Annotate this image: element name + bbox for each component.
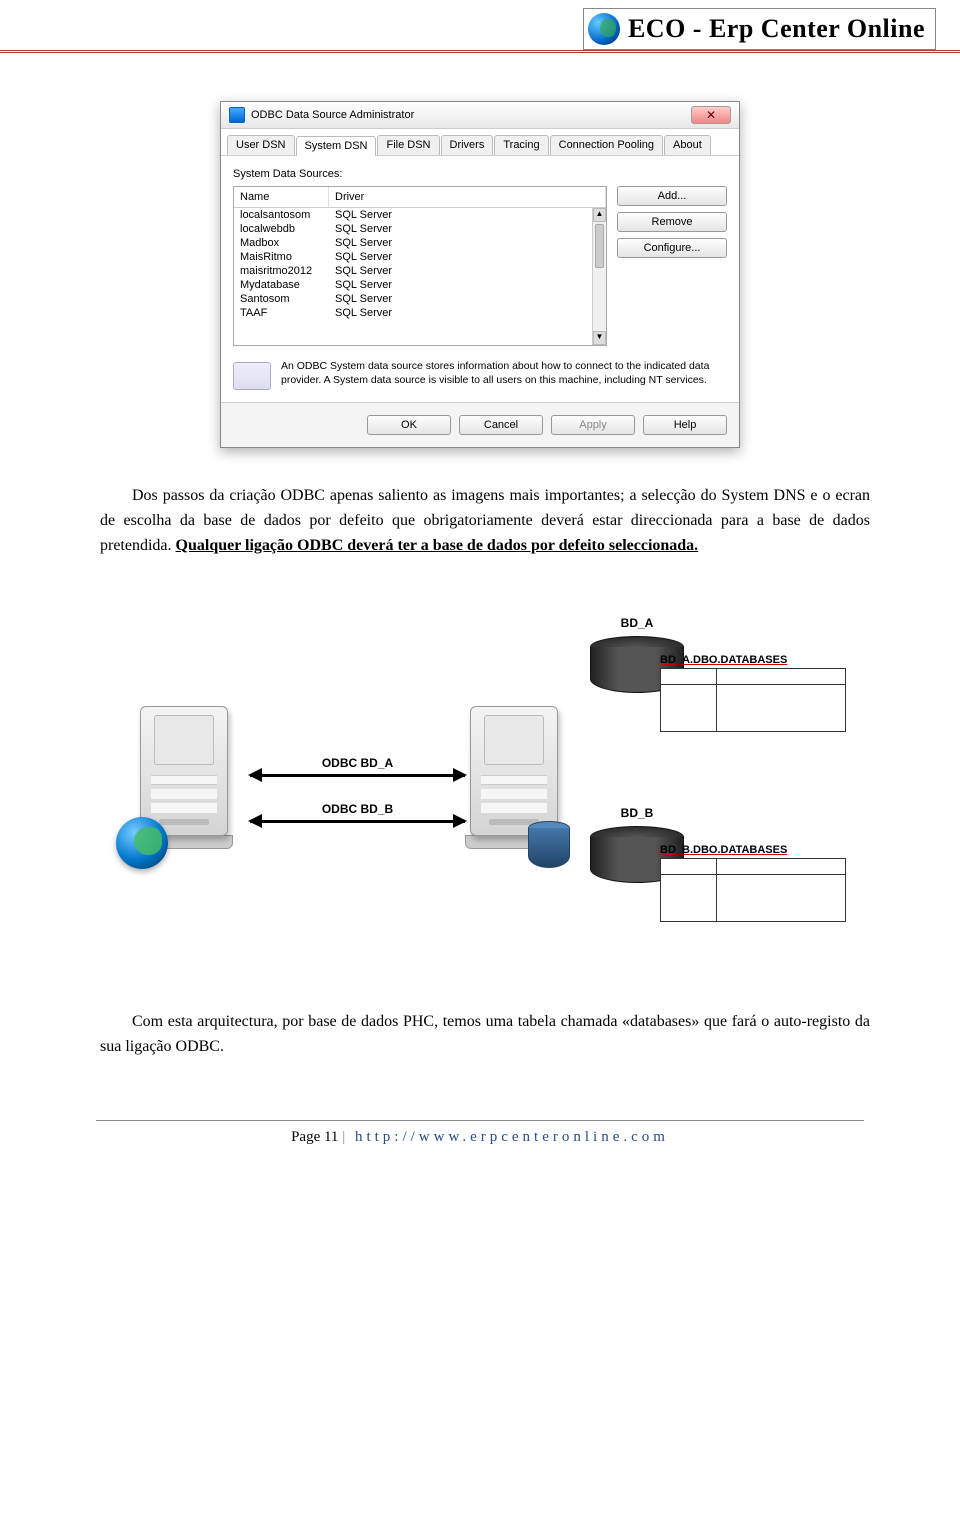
list-row: MaisRitmoSQL Server <box>234 250 606 264</box>
info-text: An ODBC System data source stores inform… <box>281 360 727 387</box>
web-server-icon <box>140 706 245 861</box>
footer-url: http://www.erpcenteronline.com <box>355 1129 669 1145</box>
list-row: maisritmo2012SQL Server <box>234 264 606 278</box>
page-header: ECO - Erp Center Online <box>0 0 960 53</box>
paragraph-2: Com esta arquitectura, por base de dados… <box>100 1010 870 1060</box>
tab-pane: System Data Sources: Name Driver localsa… <box>221 156 739 402</box>
col-driver: Driver <box>329 187 606 207</box>
add-button[interactable]: Add... <box>617 186 727 206</box>
para1-text-b: Qualquer ligação ODBC deverá ter a base … <box>176 537 699 554</box>
remove-button[interactable]: Remove <box>617 212 727 232</box>
apply-button[interactable]: Apply <box>551 415 635 435</box>
odbc-dialog: ODBC Data Source Administrator ✕ User DS… <box>220 101 740 448</box>
odbc-a-label: ODBC BD_A <box>250 756 465 770</box>
bd-a-label: BD_A <box>590 616 684 630</box>
table-b-title: BD_B.DBO.DATABASES <box>660 844 846 856</box>
scroll-down-icon[interactable]: ▼ <box>593 331 606 345</box>
tab-system-dsn[interactable]: System DSN <box>296 136 377 156</box>
scrollbar[interactable]: ▲ ▼ <box>592 208 606 345</box>
tab-user-dsn[interactable]: User DSN <box>227 135 295 155</box>
dialog-title: ODBC Data Source Administrator <box>251 109 414 121</box>
scroll-thumb[interactable] <box>595 224 604 268</box>
architecture-diagram: ODBC BD_A ODBC BD_B BD_A BD_B BD_A.DBO.D… <box>0 606 960 966</box>
close-button[interactable]: ✕ <box>691 106 731 124</box>
configure-button[interactable]: Configure... <box>617 238 727 258</box>
page-footer: Page 11 | http://www.erpcenteronline.com <box>96 1120 864 1146</box>
tab-drivers[interactable]: Drivers <box>441 135 494 155</box>
odbc-arrow-b: ODBC BD_B <box>250 802 465 823</box>
table-b-grid <box>660 858 846 922</box>
db-server-icon <box>470 706 575 861</box>
list-header: Name Driver <box>234 187 606 208</box>
help-button[interactable]: Help <box>643 415 727 435</box>
database-stack-icon <box>528 821 570 873</box>
list-row: localwebdbSQL Server <box>234 222 606 236</box>
list-rows: localsantosomSQL Server localwebdbSQL Se… <box>234 208 606 345</box>
dialog-footer: OK Cancel Apply Help <box>221 402 739 447</box>
odbc-b-label: ODBC BD_B <box>250 802 465 816</box>
col-name: Name <box>234 187 329 207</box>
footer-sep: | <box>338 1129 349 1145</box>
globe-icon <box>588 13 620 45</box>
list-row: TAAFSQL Server <box>234 306 606 320</box>
paragraph-1: Dos passos da criação ODBC apenas salien… <box>100 484 870 558</box>
bd-b-label: BD_B <box>590 806 684 820</box>
brand-box: ECO - Erp Center Online <box>583 8 936 50</box>
list-row: SantosomSQL Server <box>234 292 606 306</box>
tab-file-dsn[interactable]: File DSN <box>377 135 439 155</box>
tab-strip: User DSN System DSN File DSN Drivers Tra… <box>221 129 739 156</box>
table-a-grid <box>660 668 846 732</box>
tab-tracing[interactable]: Tracing <box>494 135 548 155</box>
list-row: MadboxSQL Server <box>234 236 606 250</box>
tab-connection-pooling[interactable]: Connection Pooling <box>550 135 663 155</box>
brand-text: ECO - Erp Center Online <box>628 14 925 44</box>
odbc-arrow-a: ODBC BD_A <box>250 756 465 777</box>
info-icon <box>233 362 271 390</box>
dsn-listbox[interactable]: Name Driver localsantosomSQL Server loca… <box>233 186 607 346</box>
globe-icon <box>116 817 168 869</box>
cancel-button[interactable]: Cancel <box>459 415 543 435</box>
side-buttons: Add... Remove Configure... <box>617 186 727 346</box>
scroll-up-icon[interactable]: ▲ <box>593 208 606 222</box>
list-row: MydatabaseSQL Server <box>234 278 606 292</box>
page-number: Page 11 <box>291 1129 338 1145</box>
pane-label: System Data Sources: <box>233 168 727 180</box>
app-icon <box>229 107 245 123</box>
table-a-title: BD_A.DBO.DATABASES <box>660 654 846 666</box>
tab-about[interactable]: About <box>664 135 711 155</box>
dialog-titlebar: ODBC Data Source Administrator ✕ <box>221 102 739 129</box>
ok-button[interactable]: OK <box>367 415 451 435</box>
dialog-screenshot: ODBC Data Source Administrator ✕ User DS… <box>0 101 960 448</box>
table-b: BD_B.DBO.DATABASES <box>660 844 846 922</box>
list-row: localsantosomSQL Server <box>234 208 606 222</box>
table-a: BD_A.DBO.DATABASES <box>660 654 846 732</box>
